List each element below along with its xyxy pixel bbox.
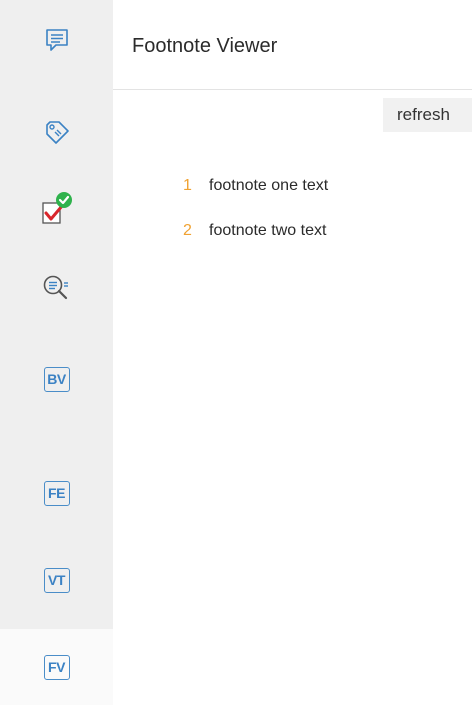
app-window: BV FE VT FV Footnote Viewer refresh 1 fo… <box>0 0 472 705</box>
rail-item-vt[interactable]: VT <box>0 542 113 618</box>
tag-icon <box>45 121 69 144</box>
page-title: Footnote Viewer <box>132 35 278 57</box>
rail-item-tags[interactable] <box>0 94 113 170</box>
rail-item-bv[interactable]: BV <box>0 341 113 417</box>
panel-header: Footnote Viewer <box>113 0 472 90</box>
fv-badge: FV <box>43 654 70 680</box>
rail-item-fv[interactable]: FV <box>0 629 113 705</box>
bv-badge: BV <box>43 366 70 392</box>
rail-item-search-list[interactable] <box>0 250 113 326</box>
comment-lines-icon <box>45 29 68 51</box>
footnote-viewer-panel: Footnote Viewer refresh 1 footnote one t… <box>113 0 472 705</box>
rail-item-checklist[interactable] <box>0 171 113 247</box>
rail-item-fe[interactable]: FE <box>0 455 113 531</box>
footnote-text: footnote one text <box>209 177 329 194</box>
fe-badge: FE <box>43 480 70 506</box>
rail-item-comments[interactable] <box>0 2 113 78</box>
footnote-text: footnote two text <box>209 222 327 239</box>
refresh-button[interactable]: refresh <box>383 98 472 132</box>
footnote-number: 2 <box>183 222 192 239</box>
footnote-number: 1 <box>183 177 192 194</box>
checklist-done-icon <box>41 192 72 224</box>
search-list-icon <box>43 275 68 300</box>
vt-badge: VT <box>43 567 70 593</box>
left-tool-rail: BV FE VT FV <box>0 0 113 705</box>
